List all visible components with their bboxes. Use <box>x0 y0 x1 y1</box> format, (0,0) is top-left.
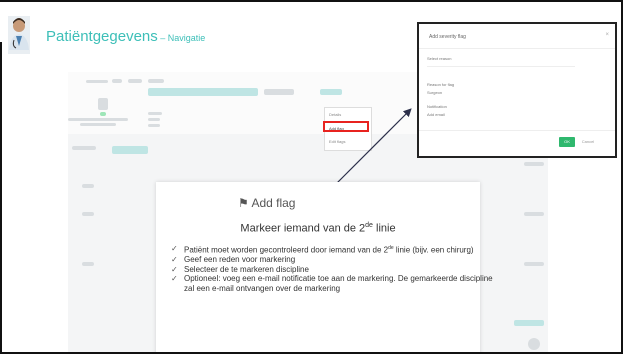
blurred-button <box>264 89 294 95</box>
slide-left-border <box>0 42 2 354</box>
heading-text-end: linie <box>372 222 396 235</box>
add-flag-modal: Add severity flag × Select reason Reason… <box>417 22 617 158</box>
blurred-text <box>148 118 160 121</box>
modal-title: Add severity flag <box>429 34 466 40</box>
heading-text: Markeer iemand van de 2 <box>240 222 366 235</box>
blurred-row <box>524 212 544 216</box>
title-separator: – <box>157 33 168 43</box>
instruction-list: ✓ Patiënt moet worden gecontroleerd door … <box>156 244 494 293</box>
blurred-text <box>68 118 128 121</box>
blurred-logo <box>86 80 108 83</box>
doctor-logo-icon <box>8 16 30 54</box>
blurred-row <box>82 262 94 266</box>
blurred-nav-item <box>128 79 142 83</box>
blurred-nav-item <box>148 79 164 83</box>
blurred-text <box>148 112 162 115</box>
blurred-text <box>148 124 160 127</box>
close-icon[interactable]: × <box>605 32 609 38</box>
card-heading: Markeer iemand van de 2de linie <box>156 222 480 235</box>
bullet-text: Optioneel: voeg een e-mail notificatie t… <box>184 274 493 293</box>
title-subtitle: Navigatie <box>167 33 206 43</box>
divider <box>419 48 615 49</box>
blurred-tab <box>112 146 148 154</box>
list-item: ✓ Patiënt moet worden gecontroleerd door … <box>171 244 494 255</box>
bullet-text: Selecteer de te markeren discipline <box>184 264 309 274</box>
blurred-button <box>320 89 342 95</box>
bullet-text: Patiënt moet worden gecontroleerd door i… <box>184 245 389 255</box>
ok-button[interactable]: OK <box>559 137 575 147</box>
check-icon: ✓ <box>171 264 178 274</box>
flag-icon: ⚑ <box>238 196 249 210</box>
cancel-button[interactable]: Cancel <box>579 137 597 147</box>
add-flag-label: Add flag <box>251 196 296 210</box>
blurred-search-bar <box>148 88 258 96</box>
blurred-fab <box>528 338 540 350</box>
blurred-button <box>514 320 544 326</box>
blurred-text <box>80 123 116 126</box>
slide-title: Patiëntgegevens – Navigatie <box>46 28 205 45</box>
check-icon: ✓ <box>171 255 178 265</box>
reason-select[interactable]: Select reason <box>427 56 451 61</box>
notification-value[interactable]: Add email <box>427 112 445 117</box>
slide: Patiëntgegevens – Navigatie Details Add … <box>0 0 623 354</box>
bullet-text: Geef een reden voor markering <box>184 255 296 265</box>
instruction-card: ⚑ Add flag Markeer iemand van de 2de lin… <box>156 182 493 352</box>
list-item: ✓ Geef een reden voor markering <box>171 255 494 265</box>
divider <box>419 130 615 131</box>
blurred-avatar <box>98 98 108 110</box>
reason-label: Reason for flag <box>427 82 455 87</box>
blurred-row <box>524 262 544 266</box>
check-icon: ✓ <box>171 244 178 253</box>
blurred-row <box>72 146 96 150</box>
blurred-row <box>82 212 94 216</box>
menu-item-details[interactable]: Details <box>329 112 341 117</box>
add-flag-header: ⚑ Add flag <box>238 196 295 210</box>
blurred-row <box>524 162 544 166</box>
menu-item-edit-flags[interactable]: Edit flags <box>329 139 345 144</box>
blurred-status <box>100 112 106 116</box>
blurred-row <box>82 184 94 188</box>
notification-label: Notification <box>427 104 447 109</box>
blurred-nav-item <box>112 79 122 83</box>
title-main: Patiëntgegevens <box>46 28 158 45</box>
highlight-box-add-flag <box>323 121 369 132</box>
divider <box>427 66 575 67</box>
list-item: ✓ Selecteer de te markeren discipline <box>171 264 494 275</box>
bullet-text-end: linie (bijv. een chirurg) <box>393 245 474 255</box>
reason-value[interactable]: Surgeon <box>427 90 442 95</box>
list-item: ✓ Optioneel: voeg een e-mail notificatie … <box>171 274 494 293</box>
heading-sup: de <box>365 222 373 229</box>
check-icon: ✓ <box>171 274 178 284</box>
